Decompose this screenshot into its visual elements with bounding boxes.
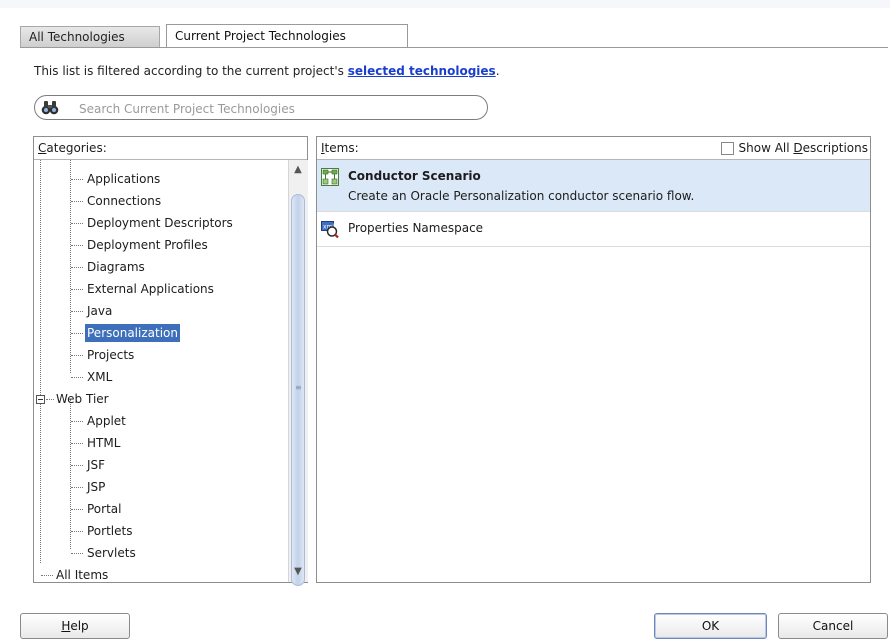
tree-item-label-selected: Personalization	[85, 324, 180, 342]
search-box[interactable]	[34, 95, 488, 120]
show-desc-label-prefix: Show All	[738, 141, 794, 155]
tree-item-label: Servlets	[87, 546, 136, 560]
show-desc-mnemonic: D	[793, 141, 803, 155]
filter-note-suffix: .	[495, 64, 500, 78]
tree-guide-line	[40, 160, 41, 563]
show-all-descriptions-checkbox[interactable]: Show All Descriptions	[720, 140, 868, 156]
category-tree: Applications Connections Deployment Desc…	[34, 160, 288, 582]
filter-note-text: This list is filtered according to the c…	[34, 64, 348, 78]
tree-item-label: Web Tier	[56, 392, 109, 406]
tree-item-label: Projects	[87, 348, 135, 362]
item-title: Conductor Scenario	[348, 169, 481, 183]
items-panel: Items: Show All Descriptions Conductor S…	[316, 136, 871, 583]
item-properties-namespace[interactable]: xml Properties Namespace	[317, 212, 870, 247]
help-mnemonic: H	[61, 619, 71, 633]
items-header-label: tems:	[324, 141, 359, 155]
item-description: Create an Oracle Personalization conduct…	[348, 189, 695, 203]
selected-technologies-link[interactable]: selected technologies	[348, 64, 496, 78]
tree-item-label: HTML	[87, 436, 121, 450]
tree-item-label: Deployment Descriptors	[87, 216, 233, 230]
tree-item-label: XML	[87, 370, 113, 384]
tree-item-label: Java	[87, 304, 113, 318]
filter-note: This list is filtered according to the c…	[34, 64, 500, 78]
properties-namespace-icon: xml	[321, 221, 339, 238]
categories-header-label: ategories:	[46, 141, 107, 155]
collapse-toggle-icon[interactable]	[36, 395, 45, 404]
help-label: elp	[70, 619, 89, 633]
scroll-up-arrow-icon[interactable]: ▲	[289, 162, 307, 178]
grip-icon: ≡	[295, 383, 302, 392]
categories-header: Categories:	[34, 137, 307, 160]
tree-item-label: External Applications	[87, 282, 214, 296]
scroll-down-arrow-icon[interactable]: ▼	[289, 564, 307, 580]
item-title: Properties Namespace	[348, 221, 484, 235]
tab-all-technologies[interactable]: All Technologies	[20, 26, 160, 47]
tab-divider	[20, 47, 888, 48]
top-edge	[0, 0, 890, 8]
tab-current-project-technologies[interactable]: Current Project Technologies	[166, 24, 408, 48]
tree-item-label: JSP	[87, 480, 106, 494]
tree-item-label: All Items	[56, 568, 109, 582]
binoculars-icon	[41, 101, 59, 115]
scrollbar-thumb[interactable]: ≡	[291, 194, 305, 586]
conductor-scenario-icon	[321, 168, 339, 186]
tree-item-label: Connections	[87, 194, 162, 208]
show-desc-label-rest: escriptions	[802, 141, 868, 155]
tree-item-label: Deployment Profiles	[87, 238, 208, 252]
search-input[interactable]	[77, 98, 481, 119]
tree-item-label: Applet	[87, 414, 126, 428]
categories-scrollbar[interactable]: ▲ ≡ ▼	[288, 160, 308, 586]
checkbox-box[interactable]	[720, 142, 734, 155]
tree-item-label: Portal	[87, 502, 122, 516]
item-conductor-scenario[interactable]: Conductor Scenario Create an Oracle Pers…	[317, 160, 870, 212]
tree-item-label: JSF	[87, 458, 106, 472]
help-button[interactable]: Help	[20, 613, 130, 639]
items-header: Items: Show All Descriptions	[317, 137, 870, 160]
new-gallery-dialog: All Technologies Current Project Technol…	[0, 0, 890, 641]
ok-button[interactable]: OK	[654, 613, 767, 639]
tree-item-label: Diagrams	[87, 260, 145, 274]
tree-item-label: Applications	[87, 172, 161, 186]
tree-item-label: Portlets	[87, 524, 133, 538]
cancel-button[interactable]: Cancel	[778, 613, 888, 639]
categories-panel: Categories: Applications Connections Dep…	[33, 136, 308, 586]
